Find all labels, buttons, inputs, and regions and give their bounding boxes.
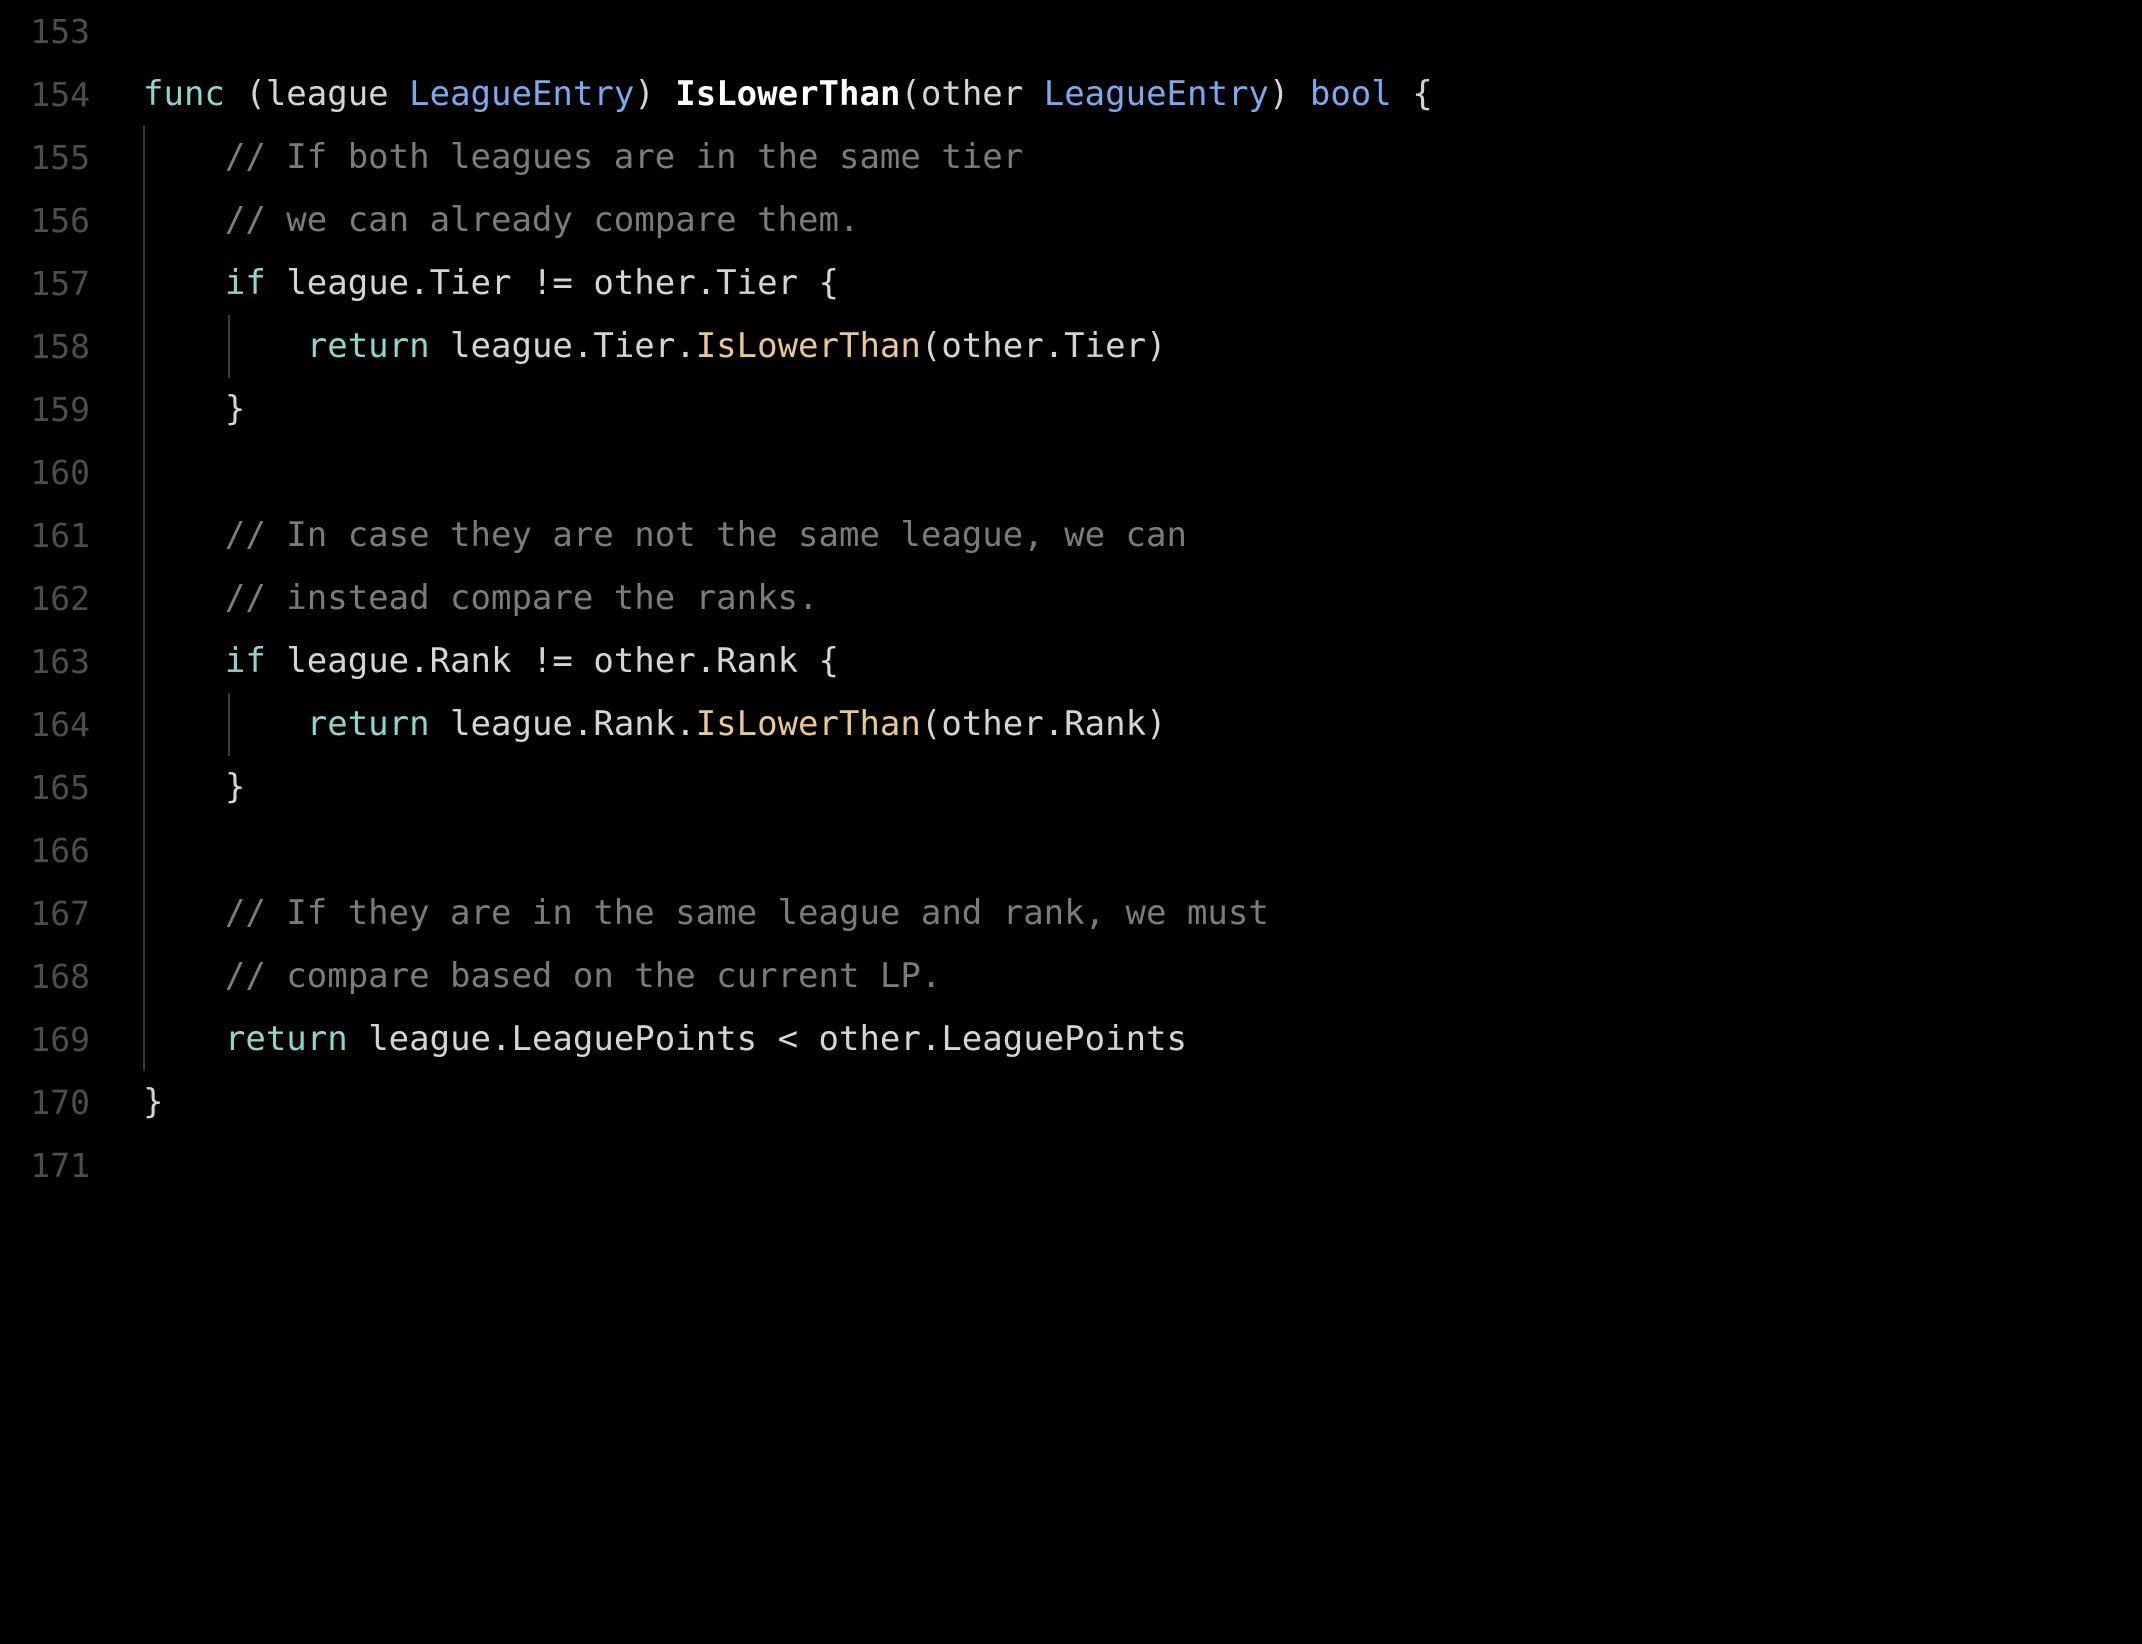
code-token-keyword: return <box>306 326 430 366</box>
code-line[interactable]: 168 // compare based on the current LP. <box>0 945 2142 1008</box>
code-line[interactable]: 169 return league.LeaguePoints < other.L… <box>0 1008 2142 1071</box>
code-token-comment: // If they are in the same league and ra… <box>143 893 1269 933</box>
line-number: 169 <box>30 1020 90 1059</box>
line-content[interactable]: } <box>143 756 245 819</box>
code-token-funcdecl: IsLowerThan <box>675 74 901 114</box>
line-content[interactable]: return league.Rank.IsLowerThan(other.Ran… <box>143 693 1167 756</box>
line-content[interactable]: return league.Tier.IsLowerThan(other.Tie… <box>143 315 1167 378</box>
line-number: 170 <box>30 1083 90 1122</box>
code-line[interactable]: 164 return league.Rank.IsLowerThan(other… <box>0 693 2142 756</box>
code-line[interactable]: 162 // instead compare the ranks. <box>0 567 2142 630</box>
line-content[interactable]: func (league LeagueEntry) IsLowerThan(ot… <box>143 63 1433 126</box>
code-token-keyword: return <box>224 1019 348 1059</box>
code-token-plain: league.Rank != other.Rank { <box>265 641 839 681</box>
line-number: 164 <box>30 705 90 744</box>
code-token-keyword: return <box>306 704 430 744</box>
line-number: 165 <box>30 768 90 807</box>
code-token-plain: ) <box>1268 74 1310 114</box>
line-number: 155 <box>30 138 90 177</box>
line-content[interactable]: // instead compare the ranks. <box>143 567 819 630</box>
code-token-plain: ) <box>634 74 676 114</box>
line-number: 159 <box>30 390 90 429</box>
line-content[interactable]: // If both leagues are in the same tier <box>143 126 1023 189</box>
code-token-comment: // In case they are not the same league,… <box>143 515 1187 555</box>
code-token-comment: // If both leagues are in the same tier <box>143 137 1024 177</box>
code-line[interactable]: 156 // we can already compare them. <box>0 189 2142 252</box>
line-number: 166 <box>30 831 90 870</box>
code-line[interactable]: 170} <box>0 1071 2142 1134</box>
code-token-keyword: if <box>224 263 266 303</box>
line-number: 160 <box>30 453 90 492</box>
line-content[interactable]: // In case they are not the same league,… <box>143 504 1187 567</box>
code-line[interactable]: 157 if league.Tier != other.Tier { <box>0 252 2142 315</box>
line-number: 158 <box>30 327 90 366</box>
indent-guide-level-2-first <box>228 315 230 378</box>
code-token-comment: // compare based on the current LP. <box>143 956 942 996</box>
code-line[interactable]: 163 if league.Rank != other.Rank { <box>0 630 2142 693</box>
line-number: 168 <box>30 957 90 996</box>
line-number: 154 <box>30 75 90 114</box>
line-content[interactable]: // If they are in the same league and ra… <box>143 882 1269 945</box>
indent-guide-level-1 <box>143 126 145 1071</box>
code-line[interactable]: 154 func (league LeagueEntry) IsLowerThan… <box>0 63 2142 126</box>
code-token-plain: league.Rank. <box>429 704 696 744</box>
code-line[interactable]: 167 // If they are in the same league an… <box>0 882 2142 945</box>
code-token-plain: league.LeaguePoints < other.LeaguePoints <box>347 1019 1187 1059</box>
code-line[interactable]: 165 } <box>0 756 2142 819</box>
code-token-comment: // instead compare the ranks. <box>143 578 819 618</box>
line-number: 171 <box>30 1146 90 1185</box>
code-token-keyword: func <box>143 74 225 114</box>
line-content[interactable]: // compare based on the current LP. <box>143 945 941 1008</box>
code-token-plain: } <box>143 767 246 807</box>
code-token-plain: league.Tier != other.Tier { <box>265 263 839 303</box>
line-content[interactable]: } <box>143 378 245 441</box>
line-content[interactable]: if league.Tier != other.Tier { <box>143 252 839 315</box>
line-content[interactable]: } <box>143 1071 163 1134</box>
code-line[interactable]: 155 // If both leagues are in the same t… <box>0 126 2142 189</box>
code-token-type: bool <box>1309 74 1392 114</box>
code-token-plain: (other.Rank) <box>920 704 1167 744</box>
code-editor[interactable]: 153 154 func (league LeagueEntry) IsLowerT… <box>0 0 2142 1644</box>
code-token-plain: league.Tier. <box>429 326 696 366</box>
code-token-funccall: IsLowerThan <box>695 704 921 744</box>
code-token-funccall: IsLowerThan <box>695 326 921 366</box>
line-content[interactable]: return league.LeaguePoints < other.Leagu… <box>143 1008 1187 1071</box>
line-number: 156 <box>30 201 90 240</box>
line-number: 163 <box>30 642 90 681</box>
code-token-plain: } <box>143 1082 164 1122</box>
code-line[interactable]: 171 <box>0 1134 2142 1197</box>
code-token-plain: } <box>143 389 246 429</box>
code-token-plain: (league <box>224 74 410 114</box>
line-content[interactable]: // we can already compare them. <box>143 189 860 252</box>
code-token-comment: // we can already compare them. <box>143 200 860 240</box>
code-line[interactable]: 160 <box>0 441 2142 504</box>
code-token-type: LeagueEntry <box>409 74 635 114</box>
code-line[interactable]: 161 // In case they are not the same lea… <box>0 504 2142 567</box>
line-content[interactable]: if league.Rank != other.Rank { <box>143 630 839 693</box>
line-number: 161 <box>30 516 90 555</box>
line-number: 157 <box>30 264 90 303</box>
indent-guide-level-2-second <box>228 693 230 756</box>
code-line[interactable]: 159 } <box>0 378 2142 441</box>
code-line[interactable]: 166 <box>0 819 2142 882</box>
code-lines-container[interactable]: 153 154 func (league LeagueEntry) IsLowerT… <box>0 0 2142 1197</box>
code-token-type: LeagueEntry <box>1043 74 1269 114</box>
code-line[interactable]: 153 <box>0 0 2142 63</box>
code-token-plain: { <box>1391 74 1433 114</box>
line-number: 153 <box>30 12 90 51</box>
code-token-keyword: if <box>224 641 266 681</box>
line-number: 167 <box>30 894 90 933</box>
code-token-plain: (other <box>900 74 1044 114</box>
code-line[interactable]: 158 return league.Tier.IsLowerThan(other… <box>0 315 2142 378</box>
line-number: 162 <box>30 579 90 618</box>
code-token-plain: (other.Tier) <box>920 326 1167 366</box>
